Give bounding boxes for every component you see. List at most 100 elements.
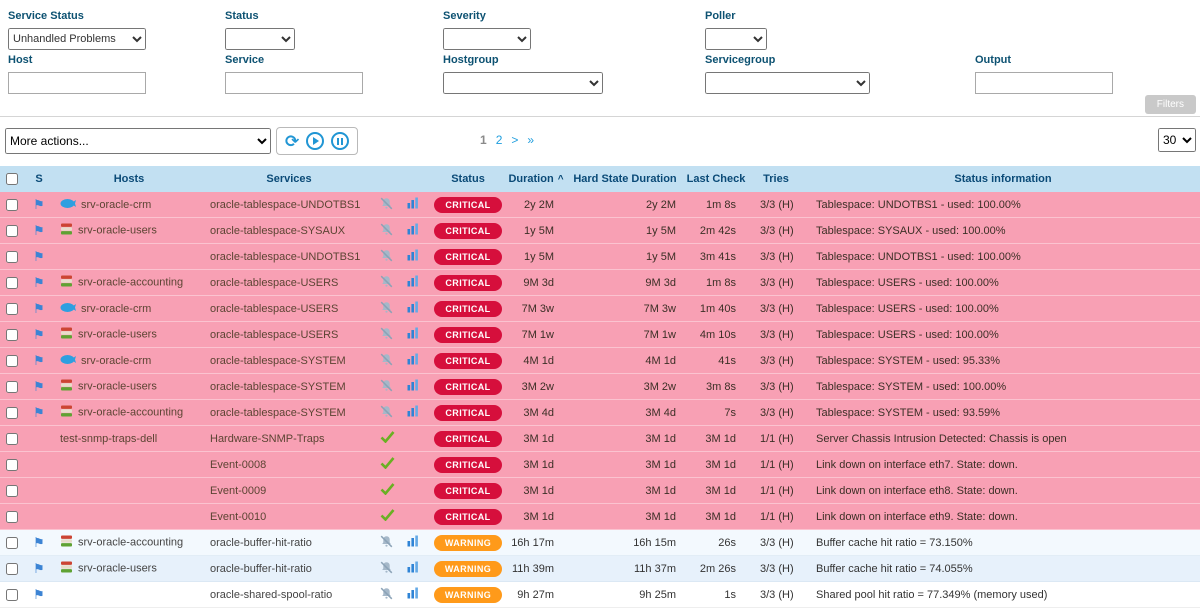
duration-value: 3M 1d [508, 504, 564, 530]
graph-icon[interactable] [407, 353, 419, 368]
host-link[interactable]: test-snmp-traps-dell [60, 433, 157, 445]
col-header-hard-state-duration[interactable]: Hard State Duration [564, 166, 686, 192]
host-link[interactable]: srv-oracle-users [78, 328, 157, 340]
graph-icon[interactable] [407, 379, 419, 394]
page-current: 1 [480, 133, 487, 147]
hard-state-duration-value: 7M 1w [564, 322, 686, 348]
row-checkbox[interactable] [6, 537, 18, 549]
status-select[interactable] [225, 28, 295, 50]
service-link[interactable]: Hardware-SNMP-Traps [210, 433, 325, 445]
severity-select[interactable] [443, 28, 531, 50]
status-badge: CRITICAL [434, 301, 502, 317]
col-header-duration[interactable]: Duration^ [508, 166, 564, 192]
host-link[interactable]: srv-oracle-crm [81, 302, 151, 314]
service-link[interactable]: oracle-tablespace-USERS [210, 277, 338, 289]
host-link[interactable]: srv-oracle-users [78, 224, 157, 236]
service-link[interactable]: oracle-buffer-hit-ratio [210, 563, 312, 575]
graph-icon[interactable] [407, 327, 419, 342]
graph-icon[interactable] [407, 587, 419, 602]
row-checkbox[interactable] [6, 329, 18, 341]
row-checkbox[interactable] [6, 589, 18, 601]
row-checkbox[interactable] [6, 511, 18, 523]
service-status-select[interactable]: Unhandled Problems [8, 28, 146, 50]
table-header-row: S Hosts Services Status Duration^ Hard S… [0, 166, 1200, 192]
col-header-tries[interactable]: Tries [746, 166, 806, 192]
row-checkbox[interactable] [6, 485, 18, 497]
service-link[interactable]: Event-0009 [210, 485, 266, 497]
host-icon-database [60, 561, 73, 576]
tries-value: 3/3 (H) [746, 348, 806, 374]
poller-select[interactable] [705, 28, 767, 50]
service-input[interactable] [225, 72, 363, 94]
filters-button[interactable]: Filters [1145, 95, 1196, 114]
graph-icon[interactable] [407, 223, 419, 238]
graph-icon[interactable] [407, 197, 419, 212]
page-2-link[interactable]: 2 [496, 133, 503, 147]
col-header-status-information[interactable]: Status information [806, 166, 1200, 192]
refresh-icon[interactable]: ⟳ [285, 133, 299, 150]
host-label: Host [8, 54, 146, 66]
col-header-s[interactable]: S [24, 166, 54, 192]
page-size-select[interactable]: 30 [1158, 128, 1196, 152]
hard-state-duration-value: 3M 1d [564, 426, 686, 452]
service-link[interactable]: oracle-tablespace-USERS [210, 303, 338, 315]
graph-icon[interactable] [407, 275, 419, 290]
service-link[interactable]: oracle-tablespace-SYSTEM [210, 381, 346, 393]
host-link[interactable]: srv-oracle-accounting [78, 406, 183, 418]
sort-asc-icon[interactable]: ^ [558, 174, 564, 185]
row-checkbox[interactable] [6, 251, 18, 263]
host-link[interactable]: srv-oracle-accounting [78, 276, 183, 288]
service-link[interactable]: oracle-buffer-hit-ratio [210, 537, 312, 549]
pause-icon[interactable] [331, 132, 349, 150]
host-link[interactable]: srv-oracle-users [78, 562, 157, 574]
service-link[interactable]: Event-0010 [210, 511, 266, 523]
tries-value: 3/3 (H) [746, 218, 806, 244]
row-checkbox[interactable] [6, 225, 18, 237]
graph-icon[interactable] [407, 535, 419, 550]
service-link[interactable]: oracle-tablespace-SYSTEM [210, 407, 346, 419]
more-actions-select[interactable]: More actions... [5, 128, 271, 154]
last-check-value: 3M 1d [686, 426, 746, 452]
row-checkbox[interactable] [6, 433, 18, 445]
output-input[interactable] [975, 72, 1113, 94]
last-check-value: 41s [686, 348, 746, 374]
host-link[interactable]: srv-oracle-accounting [78, 536, 183, 548]
host-link[interactable]: srv-oracle-users [78, 380, 157, 392]
host-input[interactable] [8, 72, 146, 94]
servicegroup-select[interactable] [705, 72, 870, 94]
page-last-link[interactable]: » [527, 133, 534, 147]
col-header-last-check[interactable]: Last Check [686, 166, 746, 192]
row-checkbox[interactable] [6, 381, 18, 393]
service-link[interactable]: oracle-tablespace-SYSTEM [210, 355, 346, 367]
service-link[interactable]: oracle-tablespace-UNDOTBS1 [210, 251, 360, 263]
row-checkbox[interactable] [6, 459, 18, 471]
service-link[interactable]: Event-0008 [210, 459, 266, 471]
hostgroup-select[interactable] [443, 72, 603, 94]
service-link[interactable]: oracle-tablespace-UNDOTBS1 [210, 199, 360, 211]
row-checkbox[interactable] [6, 563, 18, 575]
graph-icon[interactable] [407, 301, 419, 316]
graph-icon[interactable] [407, 249, 419, 264]
status-information-value: Tablespace: USERS - used: 100.00% [806, 296, 1200, 322]
row-checkbox[interactable] [6, 407, 18, 419]
status-badge: CRITICAL [434, 379, 502, 395]
page-next-link[interactable]: > [511, 133, 518, 147]
host-link[interactable]: srv-oracle-crm [81, 198, 151, 210]
row-checkbox[interactable] [6, 199, 18, 211]
graph-icon[interactable] [407, 405, 419, 420]
status-information-value: Buffer cache hit ratio = 74.055% [806, 556, 1200, 582]
col-header-services[interactable]: Services [204, 166, 374, 192]
host-link[interactable]: srv-oracle-crm [81, 354, 151, 366]
row-checkbox[interactable] [6, 303, 18, 315]
play-icon[interactable] [306, 132, 324, 150]
col-header-status[interactable]: Status [428, 166, 508, 192]
service-link[interactable]: oracle-tablespace-SYSAUX [210, 225, 345, 237]
service-link[interactable]: oracle-shared-spool-ratio [210, 589, 332, 601]
service-link[interactable]: oracle-tablespace-USERS [210, 329, 338, 341]
table-row: ⚑srv-oracle-accountingoracle-tablespace-… [0, 270, 1200, 296]
select-all-checkbox[interactable] [6, 173, 18, 185]
graph-icon[interactable] [407, 561, 419, 576]
row-checkbox[interactable] [6, 277, 18, 289]
row-checkbox[interactable] [6, 355, 18, 367]
col-header-hosts[interactable]: Hosts [54, 166, 204, 192]
